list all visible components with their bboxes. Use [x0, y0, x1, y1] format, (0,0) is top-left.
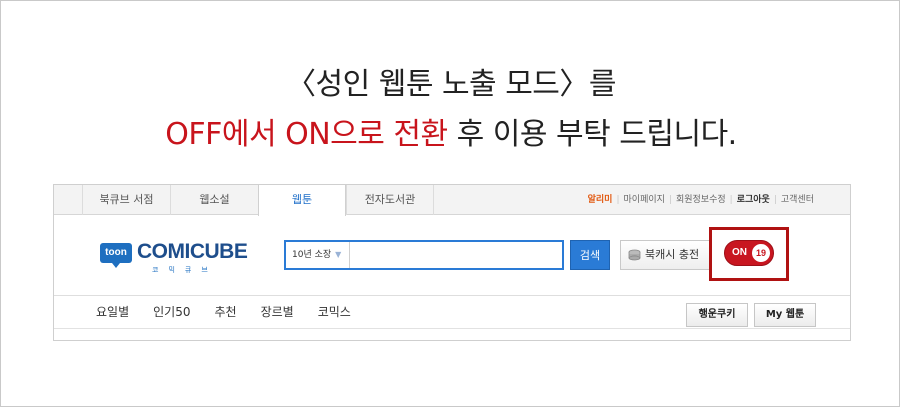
logo-wordmark: COMICUBE: [137, 240, 248, 263]
age-19-icon: 19: [750, 242, 772, 264]
logout-link[interactable]: 로그아웃: [737, 185, 770, 215]
search-category-value: 10년 소장: [292, 250, 332, 260]
notice-highlight: OFF에서 ON으로 전환: [165, 117, 448, 152]
webtoon-menu: 요일별 인기50 추천 장르별 코믹스: [96, 296, 375, 328]
search-input[interactable]: [352, 242, 560, 268]
divider: |: [729, 195, 733, 205]
top-navigation-bar: 북큐브 서점 웹소설 웹툰 전자도서관 알리미 | 마이페이지 | 회원정보수정…: [54, 185, 850, 216]
tab-web-novel[interactable]: 웹소설: [170, 185, 258, 215]
notice-frame: 〈성인 웹툰 노출 모드〉를 OFF에서 ON으로 전환 후 이용 부탁 드립니…: [0, 0, 900, 407]
tab-bookcube-store[interactable]: 북큐브 서점: [82, 185, 170, 215]
bookcash-charge-button[interactable]: 북캐시 충전: [620, 240, 712, 270]
site-header-screenshot: 북큐브 서점 웹소설 웹툰 전자도서관 알리미 | 마이페이지 | 회원정보수정…: [53, 184, 851, 341]
menu-item-recommend[interactable]: 추천: [214, 296, 236, 328]
comicube-logo[interactable]: toon COMICUBE 코믹큐브: [100, 239, 250, 274]
notice-line-2: OFF에서 ON으로 전환 후 이용 부탁 드립니다.: [1, 109, 900, 153]
adult-mode-toggle[interactable]: ON 19: [724, 240, 774, 266]
service-tabs: 북큐브 서점 웹소설 웹툰 전자도서관: [82, 185, 434, 216]
divider: |: [773, 195, 777, 205]
my-webtoon-button[interactable]: My 웹툰: [754, 303, 816, 327]
alert-link[interactable]: 알리미: [588, 185, 613, 215]
adult-mode-highlight-box: ON 19: [709, 227, 789, 281]
divider: [54, 328, 850, 329]
divider: |: [616, 195, 620, 205]
search-button[interactable]: 검색: [570, 240, 610, 270]
divider: |: [668, 195, 672, 205]
notice-rest: 후 이용 부탁 드립니다.: [447, 117, 738, 152]
search-box: 10년 소장 ▼: [284, 240, 564, 270]
menu-item-genre[interactable]: 장르별: [261, 296, 294, 328]
logo-subtitle: 코믹큐브: [152, 266, 218, 274]
coin-stack-icon: [628, 249, 641, 261]
chevron-down-icon: ▼: [335, 250, 342, 259]
notice-line-1: 〈성인 웹툰 노출 모드〉를: [285, 67, 617, 102]
utility-links: 알리미 | 마이페이지 | 회원정보수정 | 로그아웃 | 고객센터: [588, 185, 814, 215]
toggle-state-label: ON: [732, 247, 747, 258]
member-info-link[interactable]: 회원정보수정: [676, 185, 726, 215]
menu-item-comics[interactable]: 코믹스: [318, 296, 351, 328]
menu-item-by-day[interactable]: 요일별: [96, 296, 129, 328]
search-category-select[interactable]: 10년 소장 ▼: [286, 242, 350, 268]
customer-center-link[interactable]: 고객센터: [781, 185, 814, 215]
toon-badge: toon: [100, 243, 132, 268]
mypage-link[interactable]: 마이페이지: [624, 185, 665, 215]
bookcash-charge-label: 북캐시 충전: [645, 248, 700, 261]
menu-item-popular-50[interactable]: 인기50: [153, 296, 190, 328]
tab-webtoon[interactable]: 웹툰: [258, 185, 346, 216]
lucky-cookie-button[interactable]: 행운쿠키: [686, 303, 748, 327]
tab-e-library[interactable]: 전자도서관: [346, 185, 434, 215]
